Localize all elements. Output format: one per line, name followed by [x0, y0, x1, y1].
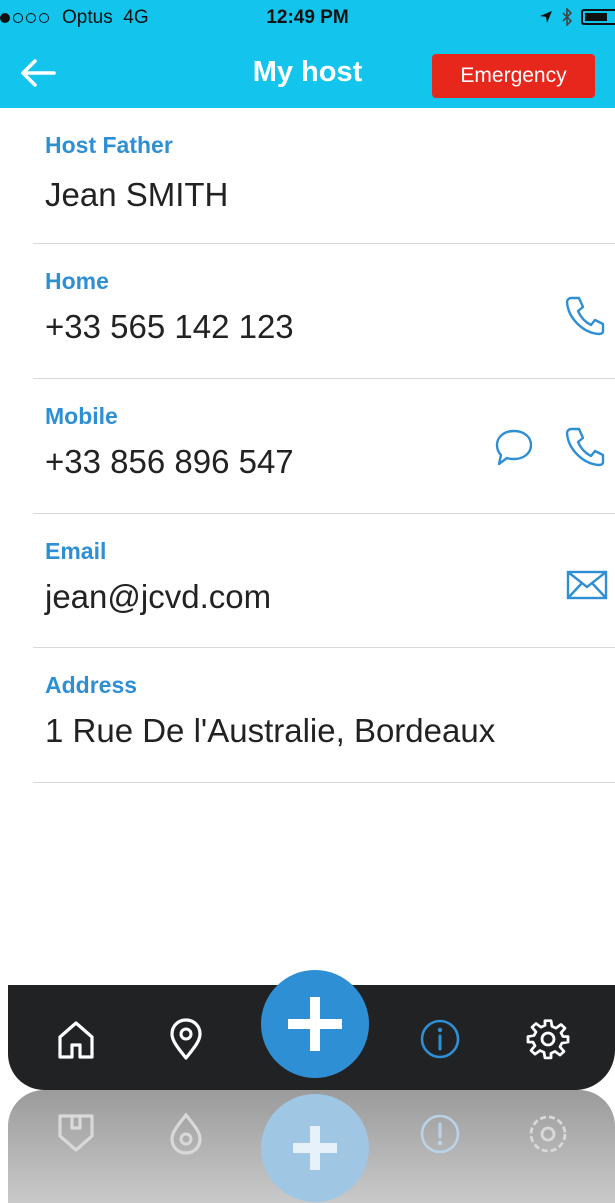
info-icon[interactable] — [418, 1017, 462, 1061]
email-value[interactable]: jean@jcvd.com — [45, 578, 271, 616]
address-label: Address — [45, 672, 138, 698]
home-row: Home +33 565 142 123 — [33, 244, 615, 379]
add-button[interactable] — [261, 970, 369, 1078]
host-father-value: Jean SMITH — [45, 176, 229, 213]
status-bar: Optus 4G 12:49 PM — [0, 0, 615, 36]
mobile-row: Mobile +33 856 896 547 — [33, 379, 615, 514]
location-pin-icon — [170, 1112, 202, 1155]
address-value: 1 Rue De l'Australie, Bordeaux — [45, 712, 496, 749]
emergency-button[interactable]: Emergency — [432, 54, 595, 98]
home-icon[interactable] — [54, 1017, 98, 1061]
status-right — [539, 8, 615, 26]
location-pin-icon[interactable] — [164, 1017, 208, 1061]
add-icon — [288, 997, 342, 1051]
phone-icon[interactable] — [563, 424, 607, 468]
bluetooth-icon — [562, 8, 573, 26]
email-row: Email jean@jcvd.com — [33, 514, 615, 648]
status-time: 12:49 PM — [266, 7, 349, 28]
info-icon — [420, 1114, 460, 1154]
add-button-reflection — [261, 1094, 369, 1202]
host-father-row: Host Father Jean SMITH — [33, 108, 615, 244]
message-bubble-icon[interactable] — [493, 426, 535, 468]
mobile-phone-value[interactable]: +33 856 896 547 — [45, 443, 294, 481]
tab-bar-reflection — [8, 1090, 615, 1203]
mobile-label: Mobile — [45, 403, 118, 429]
home-phone-value[interactable]: +33 565 142 123 — [45, 308, 294, 346]
add-icon — [293, 1126, 337, 1170]
home-icon — [58, 1114, 94, 1152]
phone-screen: Optus 4G 12:49 PM My host Emergency Host… — [0, 0, 615, 1090]
gear-icon — [529, 1115, 567, 1153]
location-arrow-icon — [540, 11, 552, 23]
home-label: Home — [45, 268, 109, 294]
gear-icon[interactable] — [526, 1017, 570, 1061]
header-bar: Optus 4G 12:49 PM My host Emergency — [0, 0, 615, 108]
phone-icon[interactable] — [563, 293, 607, 337]
host-father-label: Host Father — [45, 132, 173, 158]
battery-icon — [581, 9, 615, 25]
email-label: Email — [45, 538, 107, 564]
address-row: Address 1 Rue De l'Australie, Bordeaux — [33, 648, 615, 783]
envelope-icon[interactable] — [566, 570, 608, 600]
